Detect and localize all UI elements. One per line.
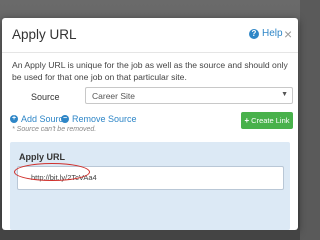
source-select[interactable]: Career Site ▼ — [85, 87, 293, 104]
minus-circle-icon: − — [61, 115, 69, 123]
source-selected-value: Career Site — [92, 91, 135, 101]
modal-description: An Apply URL is unique for the job as we… — [12, 60, 288, 82]
apply-url-modal: Apply URL ? Help × An Apply URL is uniqu… — [2, 18, 298, 230]
help-label: Help — [262, 28, 283, 39]
create-link-label: Create Link — [251, 116, 290, 125]
apply-url-label: Apply URL — [19, 152, 65, 162]
help-link[interactable]: ? Help — [249, 28, 283, 39]
apply-url-panel: Apply URL http://bit.ly/2TcVAa4 — [10, 142, 290, 230]
plus-icon: + — [244, 116, 250, 125]
chevron-down-icon: ▼ — [281, 91, 288, 98]
remove-source-link[interactable]: − Remove Source — [61, 114, 137, 124]
plus-circle-icon: + — [10, 115, 18, 123]
question-circle-icon: ? — [249, 28, 259, 39]
source-note: * Source can't be removed. — [12, 126, 97, 133]
modal-title: Apply URL — [12, 27, 77, 42]
add-source-link[interactable]: + Add Source — [10, 114, 68, 124]
remove-source-label: Remove Source — [72, 114, 137, 124]
close-button[interactable]: × — [284, 26, 292, 42]
source-label: Source — [31, 92, 60, 102]
background-page-strip — [0, 230, 300, 240]
modal-header: Apply URL ? Help × — [2, 18, 298, 53]
create-link-button[interactable]: + Create Link — [241, 112, 293, 129]
annotation-ellipse — [14, 163, 90, 181]
